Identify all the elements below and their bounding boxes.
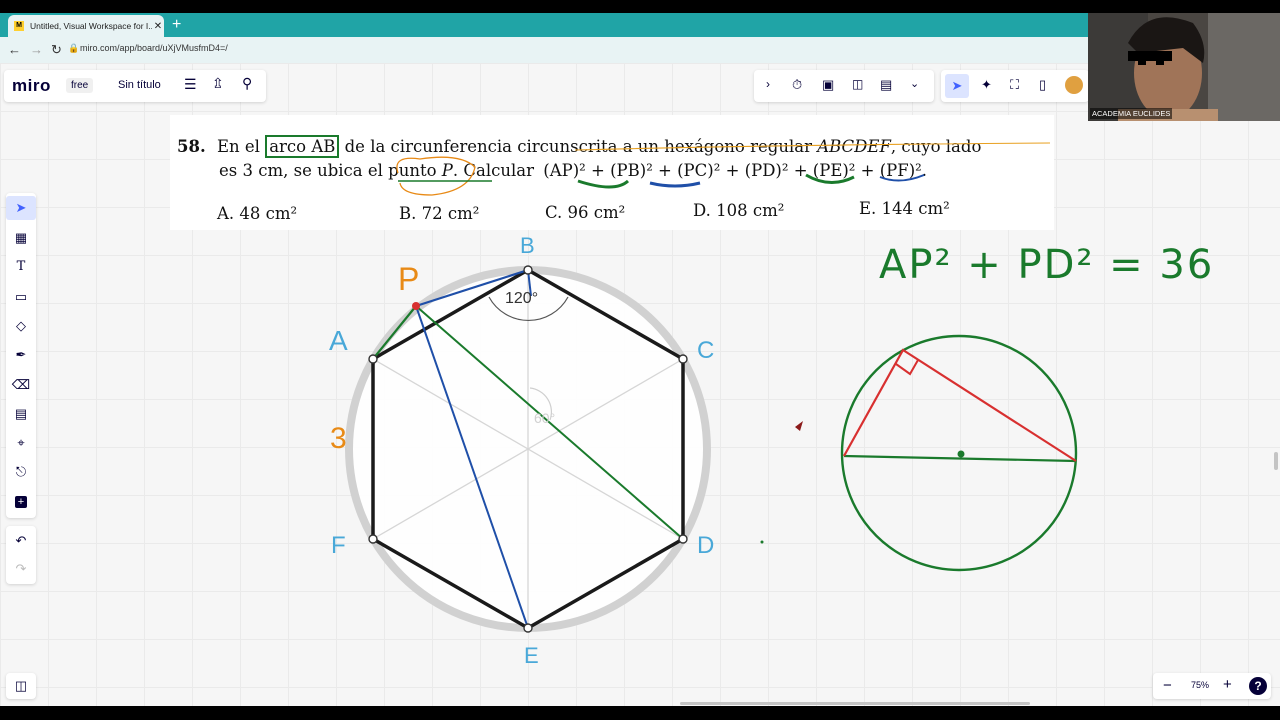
stray-dot <box>760 540 764 544</box>
help-button[interactable]: ? <box>1249 677 1267 695</box>
right-angle-mark <box>895 359 919 376</box>
vertical-scrollbar[interactable] <box>1274 452 1278 470</box>
frame-icon[interactable]: ⌖ <box>6 431 36 455</box>
label-c: C <box>697 337 715 364</box>
undo-redo-panel: ↶ ↷ <box>6 526 36 584</box>
handwritten-equation[interactable]: AP² + PD² = 36 <box>879 242 1214 288</box>
zoom-in-button[interactable]: + <box>1223 676 1232 693</box>
pen-tool-icon[interactable]: ✒ <box>6 343 36 367</box>
zoom-level[interactable]: 75% <box>1191 680 1209 690</box>
label-b: B <box>520 233 535 258</box>
horizontal-scrollbar[interactable] <box>680 702 1030 705</box>
screen-bottom-border <box>0 706 1280 720</box>
select-tool-icon[interactable]: ➤ <box>6 196 36 220</box>
templates-icon[interactable]: ▦ <box>6 226 36 250</box>
label-side-3: 3 <box>330 422 347 455</box>
comment-icon[interactable]: ▤ <box>6 402 36 426</box>
point-p-marker <box>412 302 420 310</box>
undo-icon[interactable]: ↶ <box>6 529 36 553</box>
label-p: P <box>398 261 420 297</box>
geometry-drawing-layer <box>345 265 1078 633</box>
zoom-controls: − 75% + ? <box>1153 673 1271 699</box>
label-f: F <box>331 532 346 559</box>
angle-120-label: 120° <box>505 290 539 307</box>
board-panel-icon[interactable]: ◫ <box>6 674 36 698</box>
circle-center-dot <box>957 450 965 458</box>
eraser-icon[interactable]: ⌫ <box>6 373 36 397</box>
cursor-pointer-icon <box>795 421 803 431</box>
text-tool-icon[interactable]: T <box>6 255 36 279</box>
zoom-out-button[interactable]: − <box>1163 677 1172 694</box>
label-a: A <box>329 325 348 356</box>
upload-icon[interactable]: ⎋ <box>6 460 36 484</box>
left-toolbar: ➤ ▦ T ▭ ◇ ✒ ⌫ ▤ ⌖ ⎋ + <box>6 193 36 518</box>
label-e: E <box>524 643 539 668</box>
label-d: D <box>697 532 715 559</box>
bottom-left-panel: ◫ <box>6 673 36 699</box>
sticky-note-icon[interactable]: ▭ <box>6 285 36 309</box>
shapes-icon[interactable]: ◇ <box>6 314 36 338</box>
angle-60-label: 60° <box>534 410 556 426</box>
more-apps-icon[interactable]: + <box>6 489 36 513</box>
redo-icon[interactable]: ↷ <box>6 557 36 581</box>
